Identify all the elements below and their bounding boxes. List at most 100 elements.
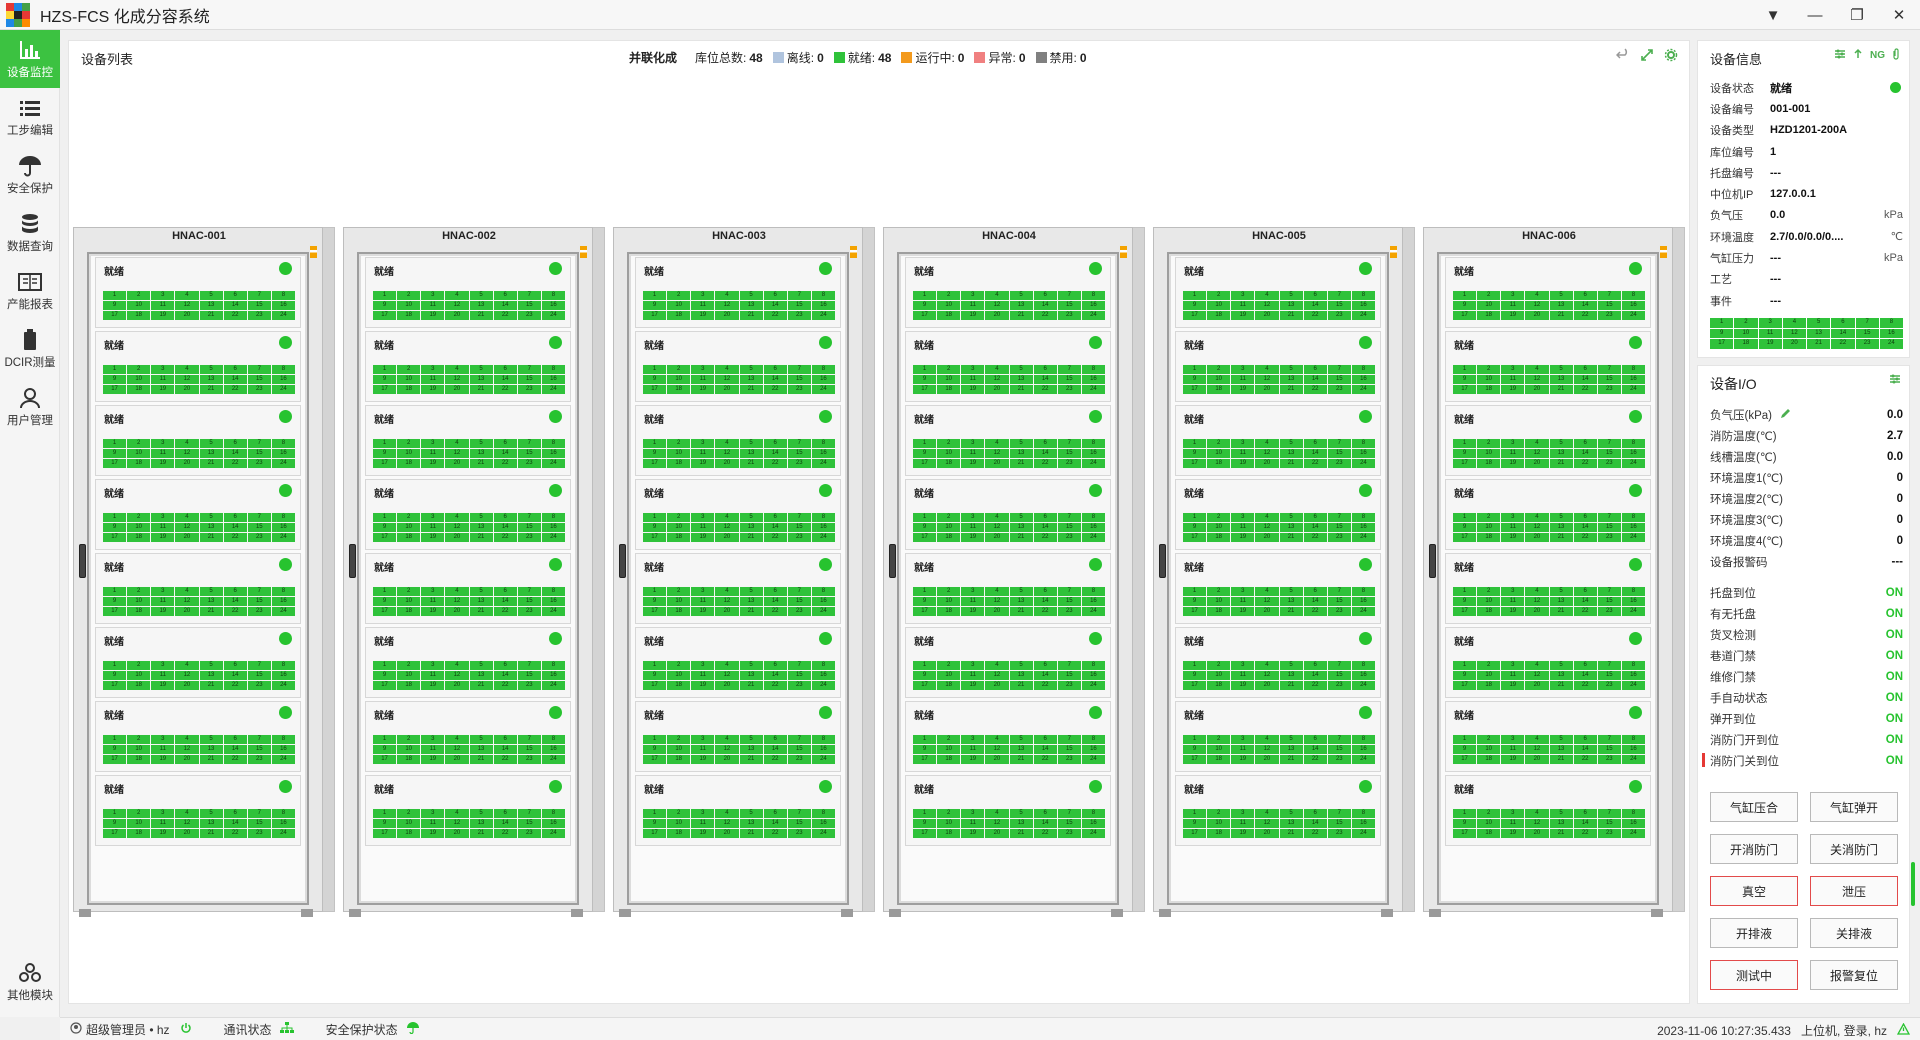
- battery-cell[interactable]: 21: [739, 755, 763, 764]
- battery-cell[interactable]: 11: [961, 301, 985, 310]
- battery-cell[interactable]: 13: [1549, 819, 1573, 828]
- battery-cell[interactable]: 7: [1327, 291, 1351, 300]
- battery-cell[interactable]: 24: [1621, 533, 1645, 542]
- battery-cell[interactable]: 14: [1303, 523, 1327, 532]
- battery-cell[interactable]: 14: [763, 449, 787, 458]
- cabinet[interactable]: HNAC-005 就绪 1 2 3 4 5 6 7 8 9 10 11 12 13 14 15 16 17 18 19 2…: [1153, 227, 1415, 917]
- battery-cell[interactable]: 10: [397, 819, 421, 828]
- battery-cell[interactable]: 10: [1207, 375, 1231, 384]
- battery-cell[interactable]: 23: [1327, 311, 1351, 320]
- battery-cell[interactable]: 22: [1573, 681, 1597, 690]
- battery-cell[interactable]: 24: [271, 311, 295, 320]
- battery-cell[interactable]: 22: [1033, 459, 1057, 468]
- battery-cell[interactable]: 14: [223, 523, 247, 532]
- battery-cell[interactable]: 3: [1231, 513, 1255, 522]
- battery-cell[interactable]: 10: [937, 671, 961, 680]
- battery-cell[interactable]: 14: [493, 523, 517, 532]
- battery-cell[interactable]: 10: [1207, 301, 1231, 310]
- battery-cell[interactable]: 14: [493, 449, 517, 458]
- battery-cell[interactable]: 16: [811, 375, 835, 384]
- battery-cell[interactable]: 9: [373, 301, 397, 310]
- battery-cell[interactable]: 2: [1477, 735, 1501, 744]
- nav-item-list[interactable]: 工步编辑: [0, 88, 60, 146]
- slot[interactable]: 就绪 1 2 3 4 5 6 7 8 9 10 11 12 13 14 15 16 17 18 19 20 21 22 23 2…: [365, 775, 571, 846]
- battery-cell[interactable]: 17: [1710, 339, 1734, 349]
- battery-cell[interactable]: 1: [1183, 661, 1207, 670]
- battery-cell[interactable]: 12: [985, 597, 1009, 606]
- battery-cell[interactable]: 13: [1279, 449, 1303, 458]
- battery-cell[interactable]: 12: [1525, 671, 1549, 680]
- battery-cell[interactable]: 20: [985, 607, 1009, 616]
- battery-cell[interactable]: 12: [985, 449, 1009, 458]
- battery-cell[interactable]: 8: [1879, 318, 1903, 328]
- battery-cell[interactable]: 9: [913, 671, 937, 680]
- battery-cell[interactable]: 8: [1081, 291, 1105, 300]
- battery-cell[interactable]: 2: [397, 735, 421, 744]
- battery-cell[interactable]: 12: [175, 301, 199, 310]
- battery-cell[interactable]: 21: [199, 755, 223, 764]
- battery-cell[interactable]: 5: [739, 513, 763, 522]
- battery-cell[interactable]: 14: [763, 301, 787, 310]
- battery-cell[interactable]: 19: [1231, 385, 1255, 394]
- battery-cell[interactable]: 24: [1621, 755, 1645, 764]
- battery-cell[interactable]: 18: [1477, 533, 1501, 542]
- battery-cell[interactable]: 1: [1453, 735, 1477, 744]
- battery-cell[interactable]: 2: [937, 513, 961, 522]
- battery-cell[interactable]: 17: [643, 607, 667, 616]
- battery-cell[interactable]: 7: [517, 291, 541, 300]
- battery-cell[interactable]: 20: [1525, 755, 1549, 764]
- battery-cell[interactable]: 15: [1597, 819, 1621, 828]
- battery-cell[interactable]: 13: [1279, 671, 1303, 680]
- battery-cell[interactable]: 10: [127, 745, 151, 754]
- battery-cell[interactable]: 11: [961, 375, 985, 384]
- battery-cell[interactable]: 20: [985, 681, 1009, 690]
- battery-cell[interactable]: 3: [151, 809, 175, 818]
- battery-cell[interactable]: 6: [1303, 439, 1327, 448]
- slot[interactable]: 就绪 1 2 3 4 5 6 7 8 9 10 11 12 13 14 15 16 17 18 19 20 21 22 23 2…: [905, 257, 1111, 328]
- battery-cell[interactable]: 12: [445, 449, 469, 458]
- battery-cell[interactable]: 16: [1081, 745, 1105, 754]
- battery-cell[interactable]: 10: [937, 597, 961, 606]
- battery-cell[interactable]: 22: [1303, 681, 1327, 690]
- battery-cell[interactable]: 6: [223, 661, 247, 670]
- battery-cell[interactable]: 9: [1453, 745, 1477, 754]
- battery-cell[interactable]: 7: [1057, 587, 1081, 596]
- battery-cell[interactable]: 14: [1303, 597, 1327, 606]
- battery-cell[interactable]: 19: [691, 459, 715, 468]
- battery-cell[interactable]: 13: [739, 671, 763, 680]
- nav-item-battery[interactable]: DCIR测量: [0, 320, 60, 378]
- battery-cell[interactable]: 13: [199, 819, 223, 828]
- battery-cell[interactable]: 17: [913, 829, 937, 838]
- battery-cell[interactable]: 14: [493, 301, 517, 310]
- battery-cell[interactable]: 19: [421, 459, 445, 468]
- battery-cell[interactable]: 8: [541, 513, 565, 522]
- battery-cell[interactable]: 9: [103, 671, 127, 680]
- battery-cell[interactable]: 19: [1501, 459, 1525, 468]
- battery-cell[interactable]: 19: [961, 311, 985, 320]
- battery-cell[interactable]: 22: [493, 755, 517, 764]
- battery-cell[interactable]: 22: [763, 755, 787, 764]
- battery-cell[interactable]: 17: [643, 533, 667, 542]
- battery-cell[interactable]: 1: [643, 809, 667, 818]
- battery-cell[interactable]: 16: [271, 819, 295, 828]
- battery-cell[interactable]: 16: [1621, 301, 1645, 310]
- battery-cell[interactable]: 16: [1351, 671, 1375, 680]
- battery-cell[interactable]: 21: [1549, 681, 1573, 690]
- battery-cell[interactable]: 16: [811, 745, 835, 754]
- battery-cell[interactable]: 10: [127, 819, 151, 828]
- battery-cell[interactable]: 9: [643, 301, 667, 310]
- battery-cell[interactable]: 17: [913, 311, 937, 320]
- battery-cell[interactable]: 14: [1573, 375, 1597, 384]
- battery-cell[interactable]: 16: [1081, 301, 1105, 310]
- battery-cell[interactable]: 18: [937, 533, 961, 542]
- battery-cell[interactable]: 8: [271, 365, 295, 374]
- battery-cell[interactable]: 5: [199, 365, 223, 374]
- battery-cell[interactable]: 1: [643, 439, 667, 448]
- battery-cell[interactable]: 21: [469, 533, 493, 542]
- battery-cell[interactable]: 24: [811, 533, 835, 542]
- battery-cell[interactable]: 4: [1255, 365, 1279, 374]
- battery-cell[interactable]: 7: [517, 439, 541, 448]
- battery-cell[interactable]: 3: [691, 587, 715, 596]
- battery-cell[interactable]: 6: [763, 439, 787, 448]
- battery-cell[interactable]: 3: [151, 291, 175, 300]
